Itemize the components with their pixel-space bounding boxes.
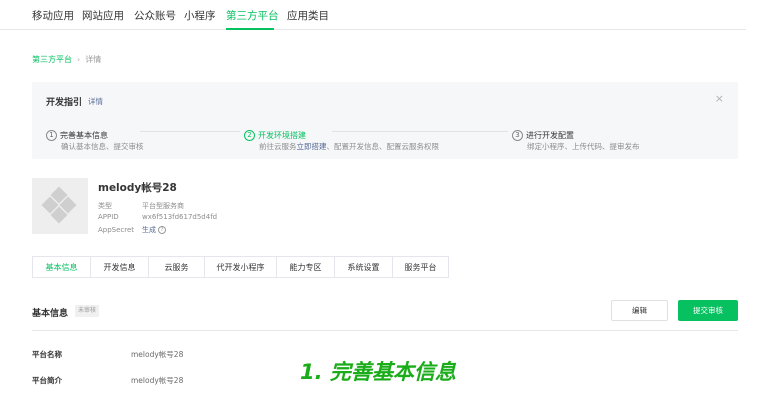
subtab-proxy-dev-miniprogram[interactable]: 代开发小程序 bbox=[205, 257, 277, 277]
breadcrumb-root-link[interactable]: 第三方平台 bbox=[32, 55, 72, 64]
step-connector bbox=[332, 131, 508, 132]
step-number-icon: 3 bbox=[512, 130, 523, 141]
platform-intro-label: 平台简介 bbox=[32, 376, 62, 385]
step-desc-suffix: 、配置开发信息、配置云服务权限 bbox=[326, 142, 440, 151]
tab-app-category[interactable]: 应用类目 bbox=[287, 8, 329, 23]
step-label: 完善基本信息 bbox=[60, 131, 108, 140]
placeholder-logo-icon bbox=[41, 186, 77, 224]
step-connector bbox=[140, 131, 240, 132]
tab-mobile-app[interactable]: 移动应用 bbox=[32, 8, 74, 23]
breadcrumb-current: 详情 bbox=[85, 55, 102, 64]
appsecret-label: AppSecret bbox=[98, 226, 135, 234]
step-label: 进行开发配置 bbox=[526, 131, 574, 140]
subtab-dev-info[interactable]: 开发信息 bbox=[91, 257, 149, 277]
tab-third-party-platform[interactable]: 第三方平台 bbox=[226, 8, 279, 23]
subtab-cloud-service[interactable]: 云服务 bbox=[149, 257, 205, 277]
step-description: 前往云服务立即搭建、配置开发信息、配置云服务权限 bbox=[259, 141, 439, 152]
step-caption-overlay: 1. 完善基本信息 bbox=[300, 360, 456, 384]
appid-label: APPID bbox=[98, 213, 119, 221]
guide-step-3: 3 进行开发配置 绑定小程序、上传代码、提审发布 bbox=[512, 125, 640, 151]
account-name: melody帐号28 bbox=[98, 182, 177, 194]
submit-review-button[interactable]: 提交审核 bbox=[678, 300, 738, 321]
detail-subtabs: 基本信息 开发信息 云服务 代开发小程序 能力专区 系统设置 服务平台 bbox=[32, 256, 449, 278]
step-desc-prefix: 前往云服务 bbox=[259, 142, 297, 151]
active-tab-indicator bbox=[226, 28, 274, 30]
section-divider bbox=[32, 330, 738, 331]
avatar bbox=[32, 178, 88, 234]
status-badge: 未审核 bbox=[75, 305, 100, 317]
breadcrumb: 第三方平台 › 详情 bbox=[32, 54, 101, 65]
subtab-system-settings[interactable]: 系统设置 bbox=[335, 257, 393, 277]
appsecret-row: AppSecret 生成? bbox=[98, 225, 166, 235]
step-description: 绑定小程序、上传代码、提审发布 bbox=[527, 142, 640, 151]
tab-mini-program[interactable]: 小程序 bbox=[184, 8, 216, 23]
close-icon[interactable]: × bbox=[715, 93, 724, 104]
appid-value: wx6f513fd617d5d4fd bbox=[142, 213, 218, 221]
appid-row: APPID wx6f513fd617d5d4fd bbox=[98, 213, 217, 221]
step-number-icon: 1 bbox=[46, 130, 57, 141]
guide-step-2: 2 开发环境搭建 前往云服务立即搭建、配置开发信息、配置云服务权限 bbox=[244, 125, 439, 151]
step-number-icon: 2 bbox=[244, 130, 255, 141]
step-description: 确认基本信息、提交审核 bbox=[61, 142, 144, 151]
platform-name-value: melody帐号28 bbox=[131, 350, 184, 359]
dev-guide-details-link[interactable]: 详情 bbox=[88, 96, 103, 107]
dev-guide-panel: 开发指引 详情 × 1 完善基本信息 确认基本信息、提交审核 2 开发环境搭建 前往… bbox=[32, 82, 738, 159]
account-type-label: 类型 bbox=[98, 202, 112, 210]
subtab-capabilities[interactable]: 能力专区 bbox=[277, 257, 335, 277]
tab-official-account[interactable]: 公众账号 bbox=[134, 8, 176, 23]
subtab-service-platform[interactable]: 服务平台 bbox=[393, 257, 448, 277]
subtab-basic-info[interactable]: 基本信息 bbox=[33, 257, 91, 277]
account-type-row: 类型 平台型服务商 bbox=[98, 201, 184, 211]
setup-now-link[interactable]: 立即搭建 bbox=[297, 142, 327, 151]
platform-name-label: 平台名称 bbox=[32, 350, 62, 359]
guide-step-1: 1 完善基本信息 确认基本信息、提交审核 bbox=[46, 125, 144, 151]
tab-website-app[interactable]: 网站应用 bbox=[82, 8, 124, 23]
help-icon[interactable]: ? bbox=[158, 226, 166, 234]
account-type-value: 平台型服务商 bbox=[142, 202, 184, 210]
dev-guide-title: 开发指引 bbox=[46, 98, 83, 108]
generate-secret-link[interactable]: 生成 bbox=[142, 226, 156, 234]
breadcrumb-separator: › bbox=[77, 55, 81, 64]
platform-intro-value: melody帐号28 bbox=[131, 376, 184, 385]
top-nav: 移动应用 网站应用 公众账号 小程序 第三方平台 应用类目 bbox=[0, 0, 746, 30]
basic-info-title: 基本信息 bbox=[32, 309, 69, 319]
edit-button[interactable]: 编辑 bbox=[611, 300, 668, 321]
step-label: 开发环境搭建 bbox=[258, 131, 306, 140]
